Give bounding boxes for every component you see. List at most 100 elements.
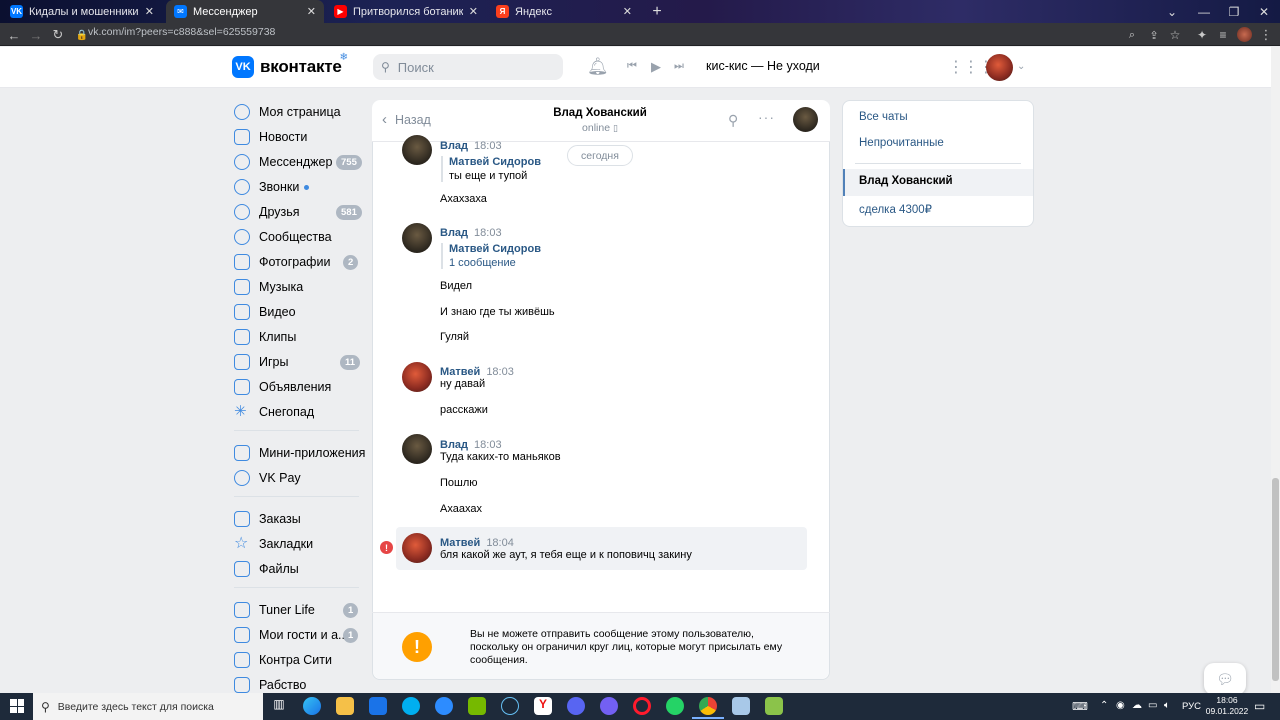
close-tab-icon[interactable]: ✕ bbox=[469, 5, 478, 18]
sidebar-item-my-page[interactable]: Моя страница bbox=[234, 101, 341, 123]
browser-menu-icon[interactable]: ⋮ bbox=[1258, 27, 1274, 43]
author-name[interactable]: Влад bbox=[440, 227, 468, 239]
clock[interactable]: 18:06 09.01.2022 bbox=[1202, 695, 1252, 717]
filter-all-chats[interactable]: Все чаты bbox=[859, 111, 908, 123]
notifications-bell-icon[interactable]: 🔔︎ bbox=[587, 57, 609, 77]
skype-icon[interactable] bbox=[402, 697, 420, 715]
sidebar-item-bookmarks[interactable]: ☆ Закладки bbox=[234, 533, 313, 555]
sidebar-item-news[interactable]: Новости bbox=[234, 126, 307, 148]
previous-track-icon[interactable]: ⏮ bbox=[627, 60, 637, 73]
forward-icon[interactable]: → bbox=[28, 27, 44, 43]
sidebar-item-tuner-life[interactable]: Tuner Life bbox=[234, 599, 315, 621]
sidebar-item-communities[interactable]: Сообщества bbox=[234, 226, 332, 248]
sidebar-item-my-guests[interactable]: Мои гости и а... bbox=[234, 624, 348, 646]
sidebar-item-contra-city[interactable]: Контра Сити bbox=[234, 649, 332, 671]
more-options-icon[interactable]: ··· bbox=[758, 109, 775, 125]
sidebar-item-music[interactable]: Музыка bbox=[234, 276, 303, 298]
sidebar-item-calls[interactable]: Звонки bbox=[234, 176, 310, 198]
sidebar-item-mini-apps[interactable]: Мини-приложения bbox=[234, 442, 365, 464]
close-window-icon[interactable]: ✕ bbox=[1248, 0, 1280, 23]
file-explorer-icon[interactable] bbox=[336, 697, 354, 715]
close-tab-icon[interactable]: ✕ bbox=[307, 5, 316, 18]
steam-icon[interactable] bbox=[501, 697, 519, 715]
error-icon[interactable]: ! bbox=[380, 541, 393, 554]
browser-tab[interactable]: ▶ Притворился ботаником и реш ✕ bbox=[326, 0, 486, 23]
author-name[interactable]: Влад bbox=[440, 140, 468, 152]
vk-logo[interactable]: VK вконтакте ❄ bbox=[232, 52, 350, 78]
task-view-icon[interactable]: ▥ bbox=[270, 697, 288, 715]
search-input[interactable]: ⚲ Поиск bbox=[373, 54, 563, 80]
forwarded-quote[interactable]: Матвей Сидоров 1 сообщение bbox=[441, 243, 541, 269]
zoom-icon[interactable]: ⌕ bbox=[1124, 27, 1140, 43]
now-playing[interactable]: кис-кис — Не уходи bbox=[706, 59, 820, 73]
sidebar-item-video[interactable]: Видео bbox=[234, 301, 296, 323]
avatar[interactable] bbox=[402, 223, 432, 253]
next-track-icon[interactable]: ⏭ bbox=[674, 60, 684, 73]
viber-icon[interactable] bbox=[600, 697, 618, 715]
share-icon[interactable]: ⇪ bbox=[1146, 27, 1162, 43]
peer-avatar[interactable] bbox=[793, 107, 818, 132]
discord-icon[interactable] bbox=[567, 697, 585, 715]
close-tab-icon[interactable]: ✕ bbox=[623, 5, 632, 18]
sidebar-item-orders[interactable]: Заказы bbox=[234, 508, 301, 530]
tray-chevron-icon[interactable]: ⌃ bbox=[1100, 700, 1108, 711]
forwarded-quote[interactable]: Матвей Сидоров ты еще и тупой bbox=[441, 156, 541, 182]
opera-icon[interactable] bbox=[633, 697, 651, 715]
chat-list-item[interactable]: сделка 4300₽ bbox=[859, 202, 932, 216]
whatsapp-icon[interactable] bbox=[666, 697, 684, 715]
chrome-icon[interactable] bbox=[699, 697, 717, 715]
taskbar-search-input[interactable]: ⚲ Введите здесь текст для поиска bbox=[33, 693, 263, 720]
tab-search-icon[interactable]: ⌄ bbox=[1156, 0, 1188, 23]
notification-center-icon[interactable]: ▭ bbox=[1254, 699, 1265, 713]
tray-icon[interactable]: ◉ bbox=[1116, 700, 1125, 711]
sidebar-item-friends[interactable]: Друзья bbox=[234, 201, 300, 223]
maximize-icon[interactable]: ❐ bbox=[1218, 0, 1250, 23]
reading-list-icon[interactable]: ≡ bbox=[1215, 27, 1231, 43]
mail-icon[interactable] bbox=[369, 697, 387, 715]
edge-icon[interactable] bbox=[303, 697, 321, 715]
scrollbar-thumb[interactable] bbox=[1272, 478, 1279, 681]
notepad-icon[interactable] bbox=[732, 697, 750, 715]
author-name[interactable]: Влад bbox=[440, 439, 468, 451]
chevron-down-icon[interactable]: ⌄ bbox=[1017, 61, 1025, 72]
bookmark-star-icon[interactable]: ☆ bbox=[1167, 27, 1183, 43]
author-name[interactable]: Матвей bbox=[440, 366, 480, 378]
back-button[interactable]: ‹ Назад bbox=[382, 111, 431, 128]
avatar[interactable] bbox=[402, 362, 432, 392]
browser-tab-active[interactable]: ✉ Мессенджер ✕ bbox=[166, 0, 324, 23]
author-name[interactable]: Матвей bbox=[440, 537, 480, 549]
floating-chats-button[interactable]: 💬︎ bbox=[1204, 663, 1246, 695]
search-icon[interactable]: ⚲ bbox=[728, 112, 738, 129]
user-avatar[interactable] bbox=[986, 54, 1013, 81]
avatar[interactable] bbox=[402, 434, 432, 464]
sidebar-item-messenger[interactable]: Мессенджер bbox=[234, 151, 332, 173]
sidebar-item-classifieds[interactable]: Объявления bbox=[234, 376, 331, 398]
app-icon[interactable] bbox=[765, 697, 783, 715]
sidebar-item-photos[interactable]: Фотографии bbox=[234, 251, 330, 273]
reload-icon[interactable]: ↻ bbox=[50, 27, 66, 43]
yandex-browser-icon[interactable]: Y bbox=[534, 697, 552, 715]
network-icon[interactable]: ▭ bbox=[1148, 700, 1157, 711]
sidebar-item-vk-pay[interactable]: VK Pay bbox=[234, 467, 301, 489]
minimize-icon[interactable]: — bbox=[1188, 0, 1220, 23]
browser-tab[interactable]: Я Яндекс ✕ bbox=[488, 0, 640, 23]
close-tab-icon[interactable]: ✕ bbox=[145, 5, 154, 18]
play-icon[interactable]: ▶ bbox=[651, 59, 661, 75]
zoom-app-icon[interactable] bbox=[435, 697, 453, 715]
url-field[interactable]: vk.com/im?peers=c888&sel=625559738 bbox=[88, 26, 275, 38]
nvidia-icon[interactable] bbox=[468, 697, 486, 715]
language-indicator[interactable]: РУС bbox=[1182, 701, 1201, 712]
peer-name[interactable]: Влад Хованский bbox=[520, 107, 680, 119]
back-icon[interactable]: ← bbox=[6, 27, 22, 43]
sidebar-item-clips[interactable]: Клипы bbox=[234, 326, 296, 348]
sidebar-item-games[interactable]: Игры bbox=[234, 351, 288, 373]
profile-avatar-icon[interactable] bbox=[1237, 27, 1252, 42]
browser-tab[interactable]: VK Кидалы и мошенники в vk.com ✕ bbox=[2, 0, 162, 23]
tray-icon[interactable]: ☁ bbox=[1132, 700, 1142, 711]
extensions-icon[interactable]: ✦ bbox=[1194, 27, 1210, 43]
avatar[interactable] bbox=[402, 533, 432, 563]
sidebar-item-snowfall[interactable]: ✳ Снегопад bbox=[234, 401, 314, 423]
new-tab-icon[interactable]: + bbox=[644, 0, 670, 23]
sidebar-item-files[interactable]: Файлы bbox=[234, 558, 299, 580]
avatar[interactable] bbox=[402, 135, 432, 165]
